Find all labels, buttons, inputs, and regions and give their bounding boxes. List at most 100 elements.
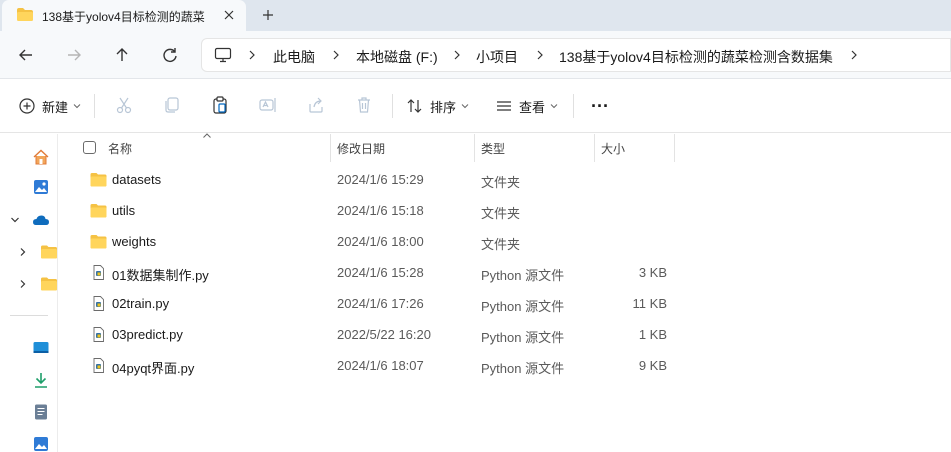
column-header-modified[interactable]: 修改日期 xyxy=(331,134,474,162)
column-divider[interactable] xyxy=(674,134,675,162)
file-row[interactable]: 02train.py 2024/1/6 17:26 Python 源文件 11 … xyxy=(84,289,679,319)
chevron-right-icon[interactable] xyxy=(849,49,859,61)
select-all-checkbox[interactable] xyxy=(83,141,96,154)
file-row[interactable]: datasets 2024/1/6 15:29 文件夹 xyxy=(84,165,679,195)
close-tab-icon[interactable] xyxy=(220,6,238,24)
breadcrumb-current-folder[interactable]: 138基于yolov4目标检测的蔬菜检测含数据集 xyxy=(559,47,833,67)
toolbar-divider xyxy=(573,94,574,118)
command-bar: 新建 排序 查看 ··· xyxy=(0,80,951,133)
up-arrow-icon[interactable] xyxy=(110,43,134,67)
folder-icon xyxy=(17,8,33,21)
column-header-size[interactable]: 大小 xyxy=(595,134,674,162)
file-size: 1 KB xyxy=(638,327,667,342)
file-row[interactable]: 01数据集制作.py 2024/1/6 15:28 Python 源文件 3 K… xyxy=(84,258,679,288)
view-button[interactable]: 查看 xyxy=(495,94,561,118)
new-tab-icon[interactable] xyxy=(259,6,277,24)
file-type: Python 源文件 xyxy=(481,299,565,314)
column-header-type[interactable]: 类型 xyxy=(475,134,594,162)
title-bar: 138基于yolov4目标检测的蔬菜 xyxy=(0,0,951,31)
chevron-right-icon[interactable] xyxy=(18,247,28,257)
chevron-right-icon[interactable] xyxy=(535,49,545,61)
plus-circle-icon xyxy=(19,98,35,114)
file-modified-date: 2024/1/6 18:00 xyxy=(337,234,424,249)
file-list: 名称 修改日期 类型 大小 datasets 2024/1/6 15:29 文件… xyxy=(59,133,951,452)
gallery-icon[interactable] xyxy=(32,178,50,196)
file-name: 04pyqt界面.py xyxy=(112,361,195,376)
desktop-icon[interactable] xyxy=(32,339,50,357)
new-button[interactable]: 新建 xyxy=(18,94,82,118)
sort-button-label: 排序 xyxy=(430,99,457,115)
file-name: utils xyxy=(112,203,136,218)
chevron-right-icon[interactable] xyxy=(247,49,257,61)
file-row[interactable]: 04pyqt界面.py 2024/1/6 18:07 Python 源文件 9 … xyxy=(84,351,679,381)
file-type: Python 源文件 xyxy=(481,268,565,283)
file-modified-date: 2022/5/22 16:20 xyxy=(337,327,431,342)
share-icon[interactable] xyxy=(306,95,326,115)
folder-icon[interactable] xyxy=(40,243,58,261)
toolbar-divider xyxy=(392,94,393,118)
file-type: 文件夹 xyxy=(481,206,521,221)
breadcrumb-small-projects[interactable]: 小项目 xyxy=(476,47,518,67)
chevron-right-icon[interactable] xyxy=(331,49,341,61)
file-modified-date: 2024/1/6 17:26 xyxy=(337,296,424,311)
active-tab[interactable]: 138基于yolov4目标检测的蔬菜 xyxy=(2,0,246,31)
chevron-right-icon[interactable] xyxy=(452,49,462,61)
column-header-name[interactable]: 名称 xyxy=(103,134,330,162)
downloads-icon[interactable] xyxy=(32,371,50,389)
view-button-label: 查看 xyxy=(519,99,546,115)
file-size: 3 KB xyxy=(638,265,667,280)
folder-icon xyxy=(90,173,107,187)
file-name: 01数据集制作.py xyxy=(112,268,209,283)
folder-icon[interactable] xyxy=(40,275,58,293)
file-type: Python 源文件 xyxy=(481,361,565,376)
breadcrumb-local-disk[interactable]: 本地磁盘 (F:) xyxy=(356,47,438,67)
python-file-icon xyxy=(93,358,104,373)
chevron-right-icon[interactable] xyxy=(18,279,28,289)
folder-icon xyxy=(90,204,107,218)
nav-divider xyxy=(10,315,48,316)
paste-icon[interactable] xyxy=(210,95,230,115)
file-type: Python 源文件 xyxy=(481,330,565,345)
column-header-name-label: 名称 xyxy=(108,142,133,156)
navigation-pane xyxy=(0,134,58,452)
column-header-modified-label: 修改日期 xyxy=(337,142,386,156)
file-modified-date: 2024/1/6 15:28 xyxy=(337,265,424,280)
column-header-type-label: 类型 xyxy=(481,142,506,156)
computer-icon xyxy=(214,47,232,63)
chevron-down-icon xyxy=(550,104,558,109)
file-row[interactable]: 03predict.py 2022/5/22 16:20 Python 源文件 … xyxy=(84,320,679,350)
breadcrumb-this-pc[interactable]: 此电脑 xyxy=(273,47,315,67)
column-header-size-label: 大小 xyxy=(601,142,626,156)
file-name: 03predict.py xyxy=(112,327,183,342)
view-list-icon xyxy=(497,101,511,111)
file-type: 文件夹 xyxy=(481,237,521,252)
file-size: 9 KB xyxy=(638,358,667,373)
file-row[interactable]: utils 2024/1/6 15:18 文件夹 xyxy=(84,196,679,226)
rename-icon[interactable] xyxy=(258,95,278,115)
cut-icon[interactable] xyxy=(114,95,134,115)
refresh-icon[interactable] xyxy=(158,43,182,67)
pictures-icon[interactable] xyxy=(32,435,50,452)
chevron-down-icon[interactable] xyxy=(10,215,20,225)
documents-icon[interactable] xyxy=(32,403,50,421)
file-row[interactable]: weights 2024/1/6 18:00 文件夹 xyxy=(84,227,679,257)
file-size: 11 KB xyxy=(632,296,667,311)
python-file-icon xyxy=(93,265,104,280)
copy-icon[interactable] xyxy=(162,95,182,115)
back-arrow-icon[interactable] xyxy=(14,43,38,67)
sort-button[interactable]: 排序 xyxy=(406,94,472,118)
address-bar[interactable]: 此电脑 本地磁盘 (F:) 小项目 138基于yolov4目标检测的蔬菜检测含数… xyxy=(201,38,951,72)
home-icon[interactable] xyxy=(32,148,50,166)
more-options-button[interactable]: ··· xyxy=(588,94,612,118)
file-type: 文件夹 xyxy=(481,175,521,190)
file-modified-date: 2024/1/6 15:29 xyxy=(337,172,424,187)
tab-title: 138基于yolov4目标检测的蔬菜 xyxy=(42,10,205,24)
onedrive-cloud-icon[interactable] xyxy=(32,211,50,229)
navigation-bar: 此电脑 本地磁盘 (F:) 小项目 138基于yolov4目标检测的蔬菜检测含数… xyxy=(0,31,951,79)
forward-arrow-icon[interactable] xyxy=(62,43,86,67)
file-modified-date: 2024/1/6 18:07 xyxy=(337,358,424,373)
file-name: weights xyxy=(112,234,157,249)
chevron-down-icon xyxy=(73,104,81,109)
delete-icon[interactable] xyxy=(354,95,374,115)
python-file-icon xyxy=(93,296,104,311)
